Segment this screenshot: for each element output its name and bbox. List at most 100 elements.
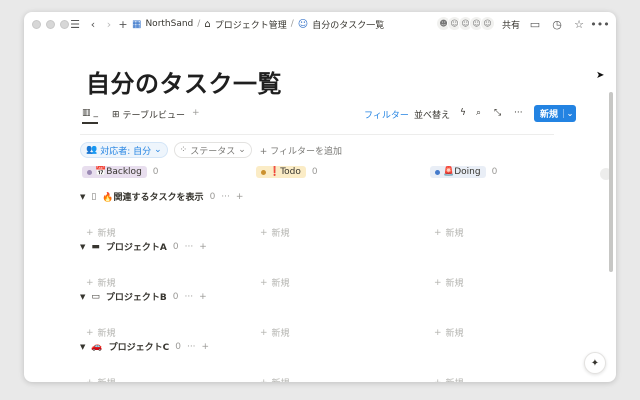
group-count: 0 xyxy=(172,291,179,302)
car-icon: 🚗 xyxy=(91,341,103,352)
chevron-down-icon: ⌄ xyxy=(154,145,162,155)
add-icon[interactable]: + xyxy=(199,242,207,252)
column-count: 0 xyxy=(491,167,498,177)
app-window: ☰ ‹ › + ▦ NorthSand / ⌂ プロジェクト管理 / ☺ 自分の… xyxy=(24,12,616,382)
page-icon: ▯ xyxy=(91,191,97,202)
add-icon[interactable]: + xyxy=(236,192,244,202)
breadcrumb-my-tasks[interactable]: 自分のタスク一覧 xyxy=(312,18,384,31)
column-label: 🚨Doing xyxy=(443,167,481,177)
new-card-button[interactable]: + 新規 xyxy=(260,226,290,240)
group-row[interactable]: ▼ ▬ プロジェクトA 0 ··· + xyxy=(80,240,207,254)
expand-icon[interactable]: ⤡ xyxy=(494,108,501,118)
caret-down-icon[interactable]: ▼ xyxy=(80,193,85,201)
group-label: プロジェクトB xyxy=(105,293,167,303)
status-badge: 🚨Doing xyxy=(430,166,486,178)
column-label: 📅Backlog xyxy=(95,167,142,177)
people-icon: 👥 xyxy=(86,145,98,155)
avatar[interactable]: ☺ xyxy=(480,16,495,31)
group-row[interactable]: ▼ ▭ プロジェクトB 0 ··· + xyxy=(80,290,207,304)
sort-button[interactable]: 並べ替え xyxy=(414,108,450,121)
page-title[interactable]: 自分のタスク一覧 xyxy=(86,64,282,99)
add-icon[interactable]: + xyxy=(202,342,210,352)
minimize-window-button[interactable] xyxy=(46,20,55,29)
assignee-filter-label: 対応者: 自分 xyxy=(100,146,152,157)
status-badge: 📅Backlog xyxy=(82,166,147,178)
history-clock-icon[interactable]: ◷ xyxy=(550,17,564,31)
star-icon[interactable]: ☆ xyxy=(572,17,586,31)
vertical-scrollbar[interactable] xyxy=(609,92,613,272)
new-page-icon[interactable]: + xyxy=(116,17,130,31)
more-options-icon[interactable]: ··· xyxy=(187,342,196,352)
forward-arrow-icon[interactable]: › xyxy=(102,17,116,31)
new-card-button[interactable]: + 新規 xyxy=(260,276,290,290)
more-view-options-icon[interactable]: ··· xyxy=(514,108,523,118)
chevron-down-icon[interactable]: ⌄ xyxy=(563,109,576,118)
group-row[interactable]: ▼ 🚗 プロジェクトC 0 ··· + xyxy=(80,340,210,354)
caret-down-icon[interactable]: ▼ xyxy=(80,293,85,301)
table-icon: ⊞ xyxy=(112,109,120,120)
group-label: 🔥関連するタスクを表示 xyxy=(102,193,204,203)
assignee-filter-chip[interactable]: 👥 対応者: 自分 ⌄ xyxy=(80,142,168,158)
comment-icon[interactable]: ▭ xyxy=(528,17,542,31)
caret-down-icon[interactable]: ▼ xyxy=(80,243,85,251)
column-backlog[interactable]: 📅Backlog 0 xyxy=(82,166,159,178)
close-window-button[interactable] xyxy=(32,20,41,29)
new-card-button[interactable]: + 新規 xyxy=(434,276,464,290)
column-todo[interactable]: ❗Todo 0 xyxy=(256,166,318,178)
filter-button[interactable]: フィルター xyxy=(364,108,409,121)
back-arrow-icon[interactable]: ‹ xyxy=(86,17,100,31)
group-label: プロジェクトA xyxy=(105,243,167,253)
column-count: 0 xyxy=(152,167,159,177)
divider xyxy=(80,134,554,135)
new-card-button[interactable]: + 新規 xyxy=(86,376,116,383)
more-options-icon[interactable]: ··· xyxy=(185,242,194,252)
tab-table-view[interactable]: ⊞ テーブルビュー xyxy=(112,108,186,122)
column-count: 0 xyxy=(311,167,318,177)
sidebar-menu-icon[interactable]: ☰ xyxy=(68,17,82,31)
status-filter-chip[interactable]: ⁘ ステータス ⌄ xyxy=(173,142,252,158)
view-bar: ▥ _ ⊞ テーブルビュー + フィルター 並べ替え ϟ ⌕ ⤡ ••• 新規 … xyxy=(80,105,576,126)
add-icon[interactable]: + xyxy=(199,292,207,302)
chevron-down-icon: ⌄ xyxy=(238,145,246,155)
more-options-icon[interactable]: ··· xyxy=(221,192,230,202)
new-item-button[interactable]: 新規 ⌄ xyxy=(534,105,576,122)
group-count: 0 xyxy=(209,191,216,202)
group-row[interactable]: ▼ ▯ 🔥関連するタスクを表示 0 ··· + xyxy=(80,190,244,204)
breadcrumb: ▦ NorthSand / ⌂ プロジェクト管理 / ☺ 自分のタスク一覧 xyxy=(132,18,385,31)
add-view-button[interactable]: + xyxy=(192,108,200,118)
group-count: 0 xyxy=(172,241,179,252)
more-options-icon[interactable]: ··· xyxy=(185,292,194,302)
building-icon: ▦ xyxy=(132,18,142,30)
column-doing[interactable]: 🚨Doing 0 xyxy=(430,166,497,178)
more-options-icon[interactable]: ••• xyxy=(590,17,609,31)
new-card-button[interactable]: + 新規 xyxy=(434,226,464,240)
status-loader-icon: ⁘ xyxy=(179,145,188,155)
automation-bolt-icon[interactable]: ϟ xyxy=(460,108,466,118)
breadcrumb-northsand[interactable]: NorthSand xyxy=(145,19,193,29)
new-card-button[interactable]: + 新規 xyxy=(86,226,116,240)
ai-sparkle-button[interactable]: ✦ xyxy=(584,352,606,374)
collaborator-avatars[interactable]: ☻ ☺ ☺ ☺ ☺ xyxy=(436,16,495,31)
caret-down-icon[interactable]: ▼ xyxy=(80,343,85,351)
add-filter-button[interactable]: + フィルターを追加 xyxy=(260,144,342,157)
new-card-button[interactable]: + 新規 xyxy=(260,376,290,383)
breadcrumb-project-management[interactable]: プロジェクト管理 xyxy=(215,18,287,31)
new-card-button[interactable]: + 新規 xyxy=(434,326,464,340)
share-button[interactable]: 共有 xyxy=(502,18,520,31)
search-icon[interactable]: ⌕ xyxy=(476,108,481,118)
book-icon: ▬ xyxy=(91,241,100,252)
window-controls xyxy=(32,20,69,29)
new-card-button[interactable]: + 新規 xyxy=(86,276,116,290)
status-filter-label: ステータス xyxy=(190,146,236,157)
column-label: ❗Todo xyxy=(269,167,301,177)
laptop-icon: ▭ xyxy=(91,291,100,302)
tab-table-label: テーブルビュー xyxy=(122,111,186,121)
person-check-icon: ☺ xyxy=(297,18,309,30)
new-card-button[interactable]: + 新規 xyxy=(86,326,116,340)
new-card-button[interactable]: + 新規 xyxy=(260,326,290,340)
org-chart-icon: ⌂ xyxy=(204,18,211,30)
group-count: 0 xyxy=(175,341,181,352)
tab-board-view[interactable]: ▥ _ xyxy=(82,108,99,124)
group-label: プロジェクトC xyxy=(108,343,170,353)
new-card-button[interactable]: + 新規 xyxy=(434,376,464,383)
